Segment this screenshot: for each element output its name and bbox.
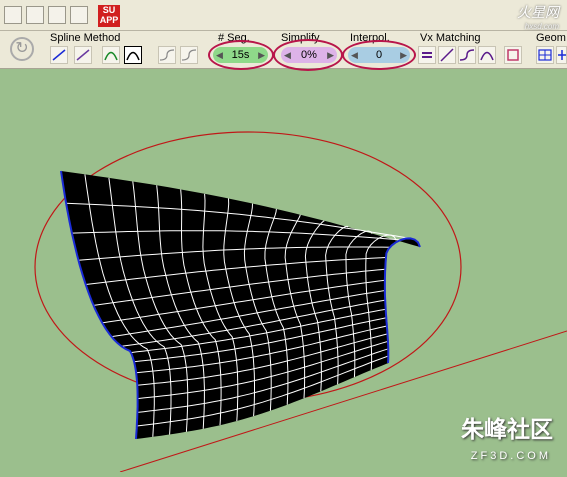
refresh-icon[interactable]: ↻ xyxy=(10,37,34,61)
spline-method-1-button[interactable] xyxy=(50,46,68,64)
tool-icon-3[interactable] xyxy=(48,6,66,24)
su-app-icon[interactable]: SU APP xyxy=(98,5,120,27)
plugin-toolbar: SU APP 火星网 hxsd.com xyxy=(0,0,567,31)
vx-options-button[interactable] xyxy=(504,46,522,64)
vx-arc-button[interactable] xyxy=(478,46,496,64)
tool-icon-2[interactable] xyxy=(26,6,44,24)
vx-equal-button[interactable] xyxy=(418,46,436,64)
spline-curve-button[interactable] xyxy=(102,46,120,64)
spline-s-curve-2-button[interactable] xyxy=(180,46,198,64)
tool-icon-1[interactable] xyxy=(4,6,22,24)
tool-icon-4[interactable] xyxy=(70,6,88,24)
geom-grid-button[interactable] xyxy=(536,46,554,64)
watermark-top-text: 火星网 xyxy=(517,4,559,20)
simplify-highlight xyxy=(273,39,343,71)
spline-method-2-button[interactable] xyxy=(74,46,92,64)
su-app-line1: SU xyxy=(102,5,116,15)
watermark-top: 火星网 hxsd.com xyxy=(517,2,559,31)
spline-method-label: Spline Method xyxy=(50,32,121,44)
spline-arc-button[interactable] xyxy=(124,46,142,64)
su-app-line2: APP xyxy=(99,15,119,25)
mesh-fill xyxy=(61,171,420,439)
vx-matching-label: Vx Matching xyxy=(420,32,481,44)
options-toolbar: ↻ Spline Method # Seg. ◀ 15s ▶ Simplify … xyxy=(0,31,567,71)
seg-highlight xyxy=(208,40,274,70)
spline-s-curve-1-button[interactable] xyxy=(158,46,176,64)
zf3d-logo: 朱峰社区 xyxy=(461,416,553,442)
mesh-right-edge[interactable] xyxy=(383,237,421,364)
viewport[interactable]: 朱峰社区 ZF3D.COM xyxy=(0,69,567,473)
geom-add-button[interactable] xyxy=(556,46,567,64)
interpol-highlight xyxy=(342,40,416,70)
mesh-surface[interactable] xyxy=(60,170,421,440)
watermark-top-sub: hxsd.com xyxy=(524,22,559,31)
vx-s-curve-button[interactable] xyxy=(458,46,476,64)
zf3d-site: ZF3D.COM xyxy=(470,450,551,462)
geom-label: Geom xyxy=(536,32,566,44)
vx-line-button[interactable] xyxy=(438,46,456,64)
